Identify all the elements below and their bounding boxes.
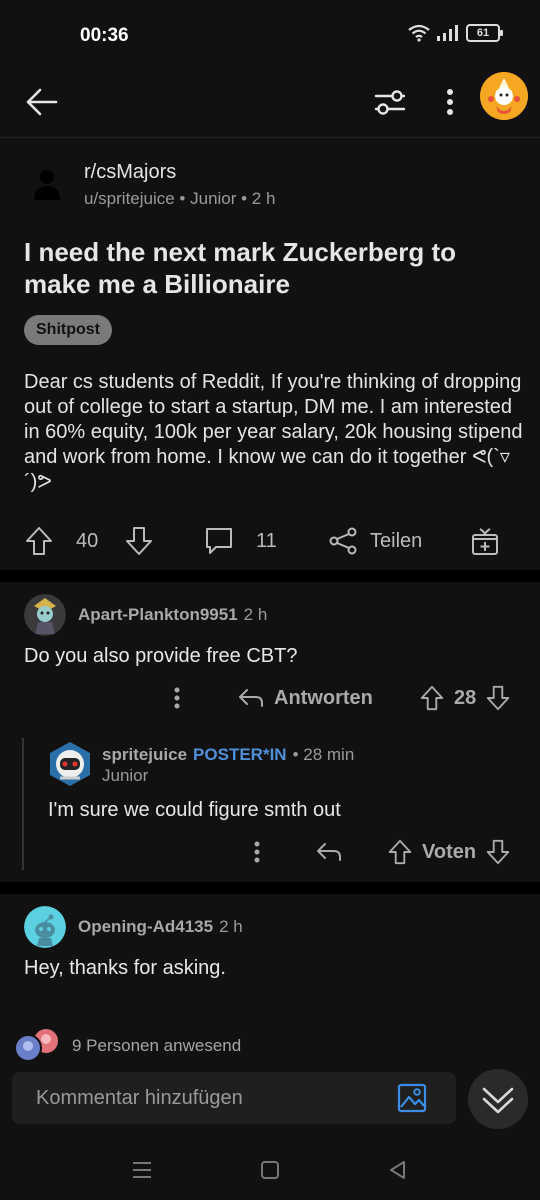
commenter-avatar[interactable]: [46, 740, 94, 788]
double-chevron-down-icon: [482, 1087, 514, 1114]
arrow-up-icon[interactable]: [420, 685, 444, 711]
comment-actions: [242, 834, 272, 870]
sliders-icon: [374, 90, 406, 115]
reply-button[interactable]: Antworten: [238, 680, 373, 716]
back-button[interactable]: [22, 82, 62, 122]
comment-text: I'm sure we could figure smth out: [48, 799, 341, 821]
reply-icon: [239, 689, 263, 707]
arrow-up-icon[interactable]: [388, 839, 412, 865]
avatar-icon: [50, 742, 90, 786]
square-icon: [261, 1161, 279, 1179]
commenter-avatar[interactable]: [24, 906, 66, 948]
share-button[interactable]: [326, 524, 360, 558]
divider: [0, 882, 540, 894]
top-bar: [0, 70, 540, 138]
post-meta: u/spritejuice • Junior • 2 h: [84, 189, 276, 208]
arrow-down-icon[interactable]: [486, 839, 510, 865]
upvote-button[interactable]: [22, 524, 56, 558]
reply-button[interactable]: [316, 834, 342, 870]
comment-time: • 28 min: [292, 745, 355, 764]
comment-username[interactable]: Apart-Plankton9951: [78, 605, 238, 624]
filter-button[interactable]: [370, 80, 410, 124]
comment-text: Do you also provide free CBT?: [24, 645, 298, 667]
divider: [0, 570, 540, 582]
user-silhouette-icon: [34, 170, 60, 200]
comment-time: 2 h: [243, 605, 268, 624]
downvote-button[interactable]: [122, 524, 156, 558]
presence-text: 9 Personen anwesend: [72, 1036, 242, 1055]
system-back-button[interactable]: [384, 1156, 412, 1184]
comments-button[interactable]: [202, 524, 236, 558]
post-flair[interactable]: Shitpost: [24, 315, 112, 345]
recent-apps-button[interactable]: [128, 1156, 156, 1184]
comment-bar: [12, 1072, 456, 1124]
avatar-icon: [480, 72, 528, 120]
post-body: Dear cs students of Reddit, If you're th…: [24, 371, 523, 493]
reply-label[interactable]: Antworten: [274, 687, 373, 710]
comment-username[interactable]: Opening-Ad4135: [78, 917, 213, 936]
award-button[interactable]: [468, 524, 502, 558]
avatar-icon: [24, 594, 66, 636]
home-button[interactable]: [256, 1156, 284, 1184]
commenter-avatar[interactable]: [24, 594, 66, 636]
comment-vote: Voten: [388, 834, 510, 870]
comment-author[interactable]: Apart-Plankton9951 2 h: [78, 605, 267, 625]
more-vertical-icon: [174, 687, 180, 709]
post-title: I need the next mark Zuckerberg to make …: [24, 237, 457, 299]
people-avatars-icon: [14, 1029, 58, 1062]
battery-icon: 61: [466, 24, 503, 42]
status-bar: 00:36 61: [0, 0, 540, 70]
snoo-avatar-icon: [24, 906, 66, 948]
wifi-icon: [408, 24, 430, 42]
vote-count: 28: [454, 686, 477, 709]
subreddit-name[interactable]: r/csMajors: [84, 161, 176, 184]
comment-vote: 28: [420, 680, 510, 716]
arrow-down-icon[interactable]: [486, 685, 510, 711]
post-actions: 40 11 Teilen: [0, 520, 540, 564]
user-avatar[interactable]: [480, 72, 528, 120]
presence-indicator[interactable]: 9 Personen anwesend: [12, 1028, 532, 1064]
comment-count: 11: [256, 530, 277, 552]
comment-actions: [162, 680, 192, 716]
back-arrow-icon: [26, 88, 58, 116]
comment-icon: [206, 528, 232, 554]
image-icon: [397, 1083, 427, 1113]
system-nav-bar: [0, 1140, 540, 1200]
comment-author[interactable]: spritejuice POSTER*IN • 28 min: [102, 745, 354, 765]
menu-icon: [133, 1162, 151, 1178]
triangle-back-icon: [390, 1161, 405, 1179]
gift-icon: [472, 528, 498, 555]
comment-more-button[interactable]: [242, 837, 272, 867]
comment-author[interactable]: Opening-Ad4135 2 h: [78, 917, 243, 937]
comment-text: Hey, thanks for asking.: [24, 957, 226, 979]
more-vertical-icon: [447, 89, 453, 115]
vote-label: Voten: [422, 840, 477, 863]
share-icon: [329, 527, 357, 555]
more-vertical-icon: [254, 841, 260, 863]
subreddit-avatar[interactable]: [28, 164, 66, 202]
comment-more-button[interactable]: [162, 683, 192, 713]
arrow-up-icon: [26, 527, 52, 555]
comment-input[interactable]: [36, 1072, 376, 1124]
signal-icon: [437, 25, 458, 41]
status-time: 00:36: [80, 25, 129, 46]
share-label[interactable]: Teilen: [370, 530, 422, 553]
arrow-down-icon: [126, 527, 152, 555]
user-flair: Junior: [102, 766, 149, 785]
upvote-count: 40: [76, 530, 99, 552]
comment-time: 2 h: [219, 917, 243, 936]
thread-line[interactable]: [22, 738, 24, 870]
poster-badge: POSTER*IN: [193, 745, 287, 764]
comment-username[interactable]: spritejuice: [102, 745, 187, 764]
jump-to-next-button[interactable]: [468, 1069, 528, 1129]
more-options-button[interactable]: [436, 80, 464, 124]
add-image-button[interactable]: [396, 1082, 428, 1114]
status-icons: 61: [408, 24, 503, 42]
reply-icon: [317, 843, 341, 861]
